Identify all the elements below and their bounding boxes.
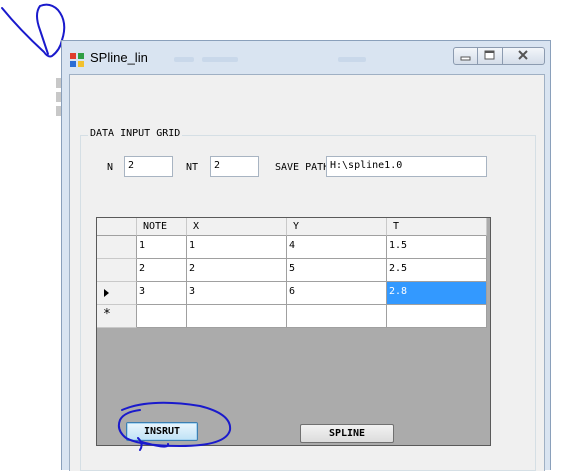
close-icon — [518, 50, 528, 60]
client-area: DATA INPUT GRID N 2 NT 2 SAVE PATH H:\sp… — [69, 74, 545, 471]
save-path-input[interactable]: H:\spline1.0 — [326, 156, 487, 177]
column-header-note[interactable]: NOTE — [137, 218, 187, 236]
save-path-label: SAVE PATH — [275, 162, 330, 173]
row-header[interactable] — [97, 236, 137, 259]
groupbox-title: DATA INPUT GRID — [88, 128, 183, 139]
window-title: SPline_lin — [90, 50, 148, 65]
grid-cell[interactable]: 3 — [137, 282, 187, 305]
grid-cell-new[interactable] — [187, 305, 287, 328]
grid-cell[interactable]: 5 — [287, 259, 387, 282]
insert-button[interactable]: INSRUT — [126, 422, 198, 441]
grid-cell[interactable]: 1 — [187, 236, 287, 259]
column-header-x[interactable]: X — [187, 218, 287, 236]
grid-cell[interactable]: 1.5 — [387, 236, 487, 259]
title-bar[interactable]: SPline_lin — [62, 41, 550, 75]
grid-cell[interactable]: 2 — [137, 259, 187, 282]
nt-label: NT — [186, 162, 199, 173]
new-row-marker: * — [103, 307, 111, 322]
row-header[interactable] — [97, 259, 137, 282]
minimize-button[interactable] — [453, 47, 478, 65]
grid-cell-new[interactable] — [137, 305, 187, 328]
n-label: N — [107, 162, 114, 173]
grid-cell[interactable]: 6 — [287, 282, 387, 305]
column-header-y[interactable]: Y — [287, 218, 387, 236]
minimize-icon — [460, 56, 471, 61]
app-window-icon — [70, 53, 84, 67]
row-pointer-icon — [104, 289, 109, 297]
grid-cell[interactable]: 2.5 — [387, 259, 487, 282]
n-input[interactable]: 2 — [124, 156, 173, 177]
grid-cell[interactable]: 1 — [137, 236, 187, 259]
maximize-button[interactable] — [478, 47, 503, 65]
grid-cell[interactable]: 3 — [187, 282, 287, 305]
row-header-current[interactable] — [97, 282, 137, 305]
maximize-icon — [484, 50, 495, 60]
grid-cell-new[interactable] — [387, 305, 487, 328]
close-button[interactable] — [503, 47, 545, 65]
grid-cell-new[interactable] — [287, 305, 387, 328]
row-header-new[interactable]: * — [97, 305, 137, 328]
spline-button[interactable]: SPLINE — [300, 424, 394, 443]
grid-cell[interactable]: 4 — [287, 236, 387, 259]
grid-cell[interactable]: 2 — [187, 259, 287, 282]
column-header-t[interactable]: T — [387, 218, 487, 236]
data-grid[interactable]: NOTE X Y T 1 1 4 1.5 2 2 5 2.5 3 3 6 2.8 — [96, 217, 491, 446]
nt-input[interactable]: 2 — [210, 156, 259, 177]
app-window: SPline_lin DATA INPUT GRID N 2 NT 2 SAVE… — [61, 40, 551, 471]
grid-cell-selected[interactable]: 2.8 — [387, 282, 487, 305]
grid-corner-header[interactable] — [97, 218, 137, 236]
